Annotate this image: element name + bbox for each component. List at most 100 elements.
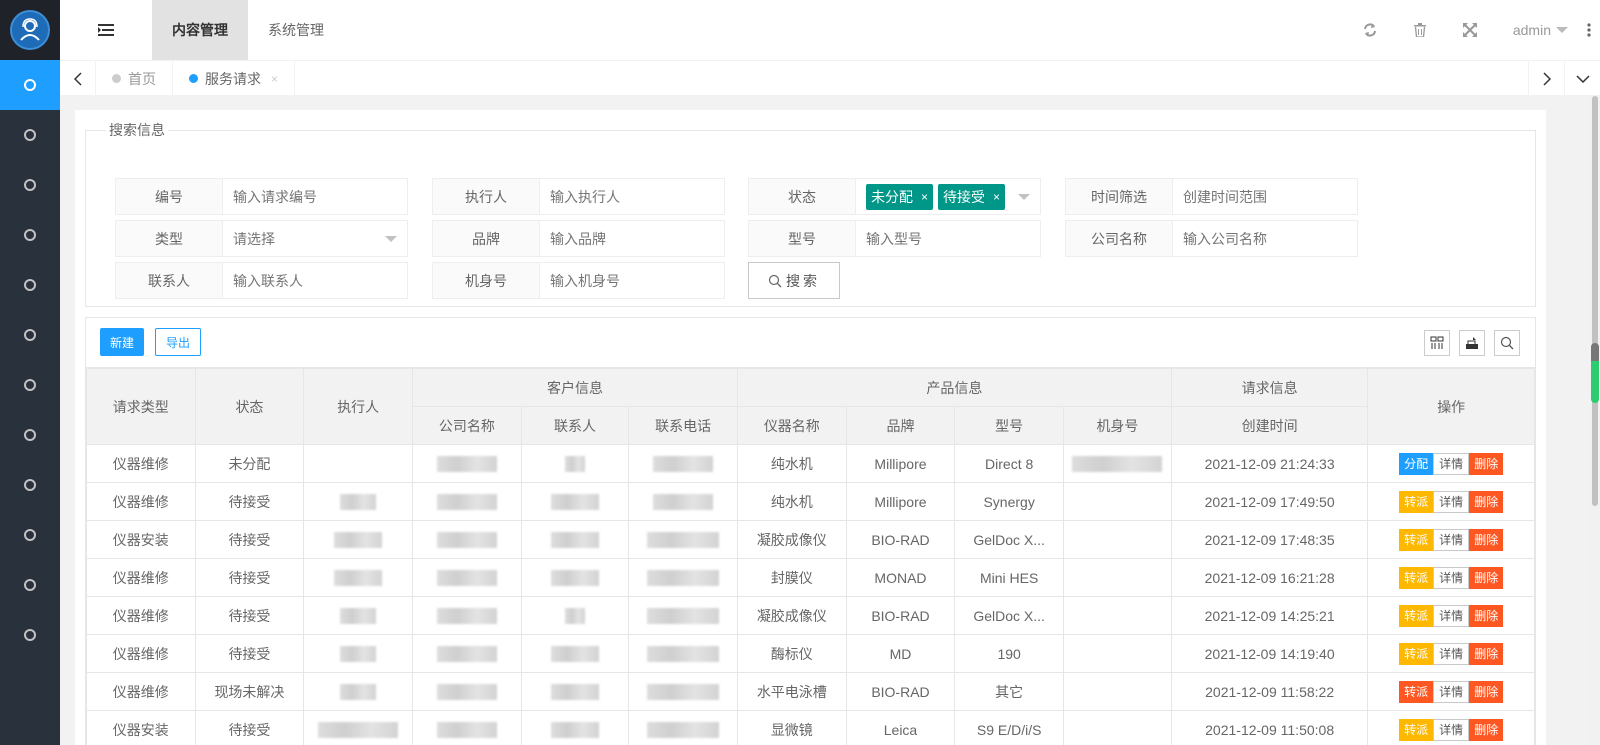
cell-model: Synergy <box>954 482 1065 521</box>
scroll-thumb[interactable] <box>1592 96 1598 506</box>
tag-close-icon[interactable]: × <box>993 190 1000 204</box>
tabs-dropdown-icon[interactable] <box>1564 61 1600 96</box>
model-input[interactable]: 输入型号 <box>856 221 1040 256</box>
new-button[interactable]: 新建 <box>100 328 145 356</box>
sidebar-item-1[interactable] <box>0 60 60 110</box>
detail-button[interactable]: 详情 <box>1433 528 1470 551</box>
number-input[interactable]: 输入请求编号 <box>223 179 407 214</box>
table-row[interactable]: 仪器维修 待接受 凝胶成像仪 BIO-RAD GelDoc X... 2021-12-09… <box>86 596 1535 635</box>
cell-model: S9 E/D/i/S <box>954 710 1065 745</box>
transfer-button[interactable]: 转派 <box>1399 680 1434 703</box>
transfer-button[interactable]: 转派 <box>1399 566 1434 589</box>
cell-contact <box>520 672 630 711</box>
contact-input[interactable]: 输入联系人 <box>223 263 407 298</box>
tag-close-icon[interactable]: × <box>921 190 928 204</box>
executor-input[interactable]: 输入执行人 <box>540 179 724 214</box>
cell-ops: 转派 详情 删除 <box>1367 596 1535 635</box>
brand-input[interactable]: 输入品牌 <box>540 221 724 256</box>
detail-button[interactable]: 详情 <box>1433 718 1470 741</box>
more-vertical-icon[interactable] <box>1578 0 1600 60</box>
detail-button[interactable]: 详情 <box>1433 490 1470 513</box>
search-button[interactable]: 搜索 <box>748 262 840 299</box>
sidebar-item-12[interactable] <box>0 610 60 660</box>
cell-created: 2021-12-09 17:48:35 <box>1170 520 1369 559</box>
page-tab-service-request[interactable]: 服务请求 × <box>173 61 296 96</box>
table-row[interactable]: 仪器维修 待接受 纯水机 Millipore Synergy 2021-12-09 17:… <box>86 482 1535 521</box>
cell-ops: 转派 详情 删除 <box>1367 710 1535 745</box>
sidebar-item-9[interactable] <box>0 460 60 510</box>
transfer-button[interactable]: 转派 <box>1399 604 1434 627</box>
detail-button[interactable]: 详情 <box>1433 642 1470 665</box>
sidebar-item-5[interactable] <box>0 260 60 310</box>
sidebar-item-2[interactable] <box>0 110 60 160</box>
logo[interactable] <box>0 0 60 60</box>
page-scrollbar[interactable] <box>1590 96 1600 745</box>
transfer-button[interactable]: 转派 <box>1399 528 1434 551</box>
transfer-button[interactable]: 转派 <box>1399 642 1434 665</box>
sidebar-item-10[interactable] <box>0 510 60 560</box>
assign-button[interactable]: 分配 <box>1399 452 1434 475</box>
refresh-icon[interactable] <box>1345 0 1395 60</box>
scroll-indicator <box>1591 343 1599 403</box>
page-tab-home[interactable]: 首页 <box>96 61 173 96</box>
sidebar <box>0 0 60 745</box>
trash-icon[interactable] <box>1395 0 1445 60</box>
cell-ops: 转派 详情 删除 <box>1367 558 1535 597</box>
tabs-next-icon[interactable] <box>1528 61 1564 96</box>
search-icon <box>768 274 782 287</box>
table-search-icon[interactable] <box>1494 330 1520 356</box>
tabs-prev-icon[interactable] <box>60 61 96 96</box>
table-row[interactable]: 仪器安装 待接受 凝胶成像仪 BIO-RAD GelDoc X... 2021-12-09… <box>86 520 1535 559</box>
table-row[interactable]: 仪器维修 现场未解决 水平电泳槽 BIO-RAD 其它 2021-12-09 11:58:… <box>86 672 1535 711</box>
detail-button[interactable]: 详情 <box>1433 452 1470 475</box>
delete-button[interactable]: 删除 <box>1469 566 1504 589</box>
sidebar-item-6[interactable] <box>0 310 60 360</box>
cell-company <box>412 634 522 673</box>
fullscreen-icon[interactable] <box>1445 0 1495 60</box>
print-export-icon[interactable] <box>1459 330 1485 356</box>
col-header: 执行人 <box>303 368 414 445</box>
redacted-text <box>550 532 599 549</box>
col-header: 联系人 <box>520 406 630 445</box>
export-button[interactable]: 导出 <box>155 328 202 356</box>
detail-button[interactable]: 详情 <box>1433 566 1470 589</box>
detail-button[interactable]: 详情 <box>1433 604 1470 627</box>
user-menu[interactable]: admin <box>1495 22 1578 38</box>
time-field: 时间筛选 创建时间范围 <box>1065 178 1358 215</box>
transfer-button[interactable]: 转派 <box>1399 490 1434 513</box>
transfer-button[interactable]: 转派 <box>1399 718 1434 741</box>
delete-button[interactable]: 删除 <box>1469 528 1504 551</box>
tab-dot <box>189 74 198 83</box>
sidebar-item-8[interactable] <box>0 410 60 460</box>
table-row[interactable]: 仪器维修 待接受 酶标仪 MD 190 2021-12-09 14:19:40 转派 详情 删除 <box>86 634 1535 673</box>
cell-serial <box>1063 558 1172 597</box>
delete-button[interactable]: 删除 <box>1469 680 1504 703</box>
table-row[interactable]: 仪器安装 待接受 显微镜 Leica S9 E/D/i/S 2021-12-09 11:5… <box>86 710 1535 745</box>
type-select[interactable]: 请选择 <box>223 221 407 256</box>
sidebar-item-3[interactable] <box>0 160 60 210</box>
status-multiselect[interactable]: 未分配 × 待接受 × <box>856 179 1040 214</box>
delete-button[interactable]: 删除 <box>1469 718 1504 741</box>
menu-toggle-icon[interactable] <box>60 0 152 60</box>
delete-button[interactable]: 删除 <box>1469 452 1504 475</box>
redacted-text <box>340 684 377 701</box>
delete-button[interactable]: 删除 <box>1469 642 1504 665</box>
sidebar-item-7[interactable] <box>0 360 60 410</box>
detail-button[interactable]: 详情 <box>1433 680 1470 703</box>
delete-button[interactable]: 删除 <box>1469 490 1504 513</box>
sidebar-item-11[interactable] <box>0 560 60 610</box>
top-tab-system-management[interactable]: 系统管理 <box>248 0 344 60</box>
columns-filter-icon[interactable] <box>1424 330 1450 356</box>
serial-input[interactable]: 输入机身号 <box>540 263 724 298</box>
table-row[interactable]: 仪器维修 待接受 封膜仪 MONAD Mini HES 2021-12-09 16:21:… <box>86 558 1535 597</box>
top-tab-content-management[interactable]: 内容管理 <box>152 0 248 60</box>
cell-status: 现场未解决 <box>194 672 305 711</box>
delete-button[interactable]: 删除 <box>1469 604 1504 627</box>
company-input[interactable]: 输入公司名称 <box>1173 221 1357 256</box>
redacted-text <box>436 608 497 625</box>
table-row[interactable]: 仪器维修 未分配 纯水机 Millipore Direct 8 2021-12-09 21… <box>86 444 1535 483</box>
sidebar-item-4[interactable] <box>0 210 60 260</box>
time-range-input[interactable]: 创建时间范围 <box>1173 179 1357 214</box>
col-header: 型号 <box>954 406 1065 445</box>
close-tab-icon[interactable]: × <box>271 72 278 86</box>
